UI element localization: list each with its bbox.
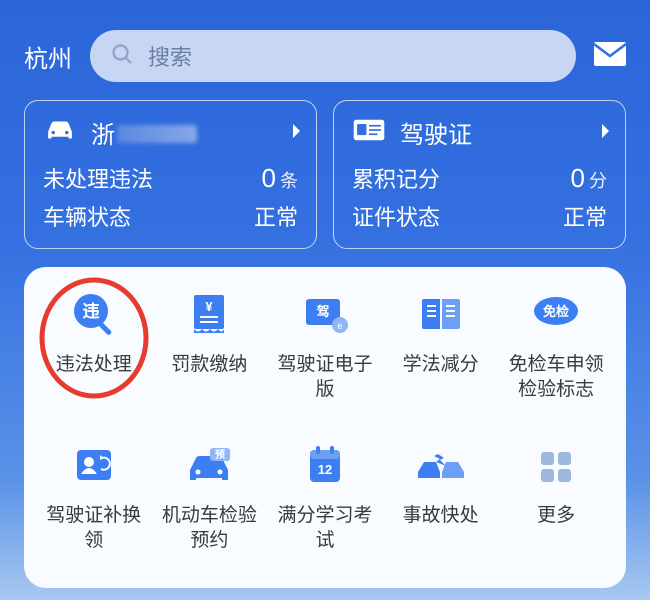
plate-number: 浙 (91, 115, 197, 150)
service-label: 更多 (537, 504, 575, 529)
vehicle-card[interactable]: 浙 未处理违法 0 条 车辆状态 正常 (24, 100, 317, 249)
service-exempt[interactable]: 免检 免检车申领检验标志 (498, 291, 614, 402)
service-elicense[interactable]: 驾e 驾驶证电子版 (267, 291, 383, 402)
service-inspect[interactable]: 预 机动车检验预约 (152, 442, 268, 553)
svg-text:e: e (337, 321, 342, 331)
service-renew[interactable]: 驾驶证补换领 (36, 442, 152, 553)
svg-text:驾: 驾 (316, 304, 329, 319)
vehicle-status-value: 正常 (254, 200, 298, 232)
car-icon (43, 117, 77, 148)
service-label: 违法处理 (56, 353, 132, 378)
svg-text:¥: ¥ (206, 299, 214, 314)
city-selector[interactable]: 杭州 (24, 39, 72, 74)
search-icon (110, 42, 134, 71)
mail-icon[interactable] (594, 41, 626, 72)
accident-icon (414, 442, 468, 488)
service-label: 免检车申领检验标志 (506, 353, 606, 402)
license-points-label: 累积记分 (352, 162, 440, 194)
chevron-right-icon (292, 123, 302, 144)
license-points-value: 0 (571, 163, 585, 194)
vehicle-violations-value: 0 (262, 163, 276, 194)
service-fine[interactable]: ¥ 罚款缴纳 (152, 291, 268, 402)
license-status-value: 正常 (563, 200, 607, 232)
vehicle-status-label: 车辆状态 (43, 200, 131, 232)
more-icon (529, 442, 583, 488)
id-card-icon (352, 117, 386, 148)
chevron-right-icon (601, 123, 611, 144)
vehicle-violations-unit: 条 (280, 167, 298, 193)
svg-text:违: 违 (82, 301, 99, 321)
service-label: 驾驶证补换领 (44, 504, 144, 553)
service-label: 机动车检验预约 (159, 504, 259, 553)
calendar-icon: 12 (298, 442, 352, 488)
svg-text:预: 预 (215, 449, 225, 461)
elicense-icon: 驾e (298, 291, 352, 337)
service-study[interactable]: 学法减分 (383, 291, 499, 402)
vehicle-violations-label: 未处理违法 (43, 162, 153, 194)
service-more[interactable]: 更多 (498, 442, 614, 553)
service-label: 事故快处 (403, 504, 479, 529)
inspect-icon: 预 (182, 442, 236, 488)
services-panel: 违 违法处理 ¥ 罚款缴纳 驾e 驾驶证电子版 学法减分 免检 (24, 267, 626, 588)
service-label: 驾驶证电子版 (275, 353, 375, 402)
book-icon (414, 291, 468, 337)
service-label: 罚款缴纳 (171, 353, 247, 378)
renew-icon (67, 442, 121, 488)
license-status-label: 证件状态 (352, 200, 440, 232)
service-accident[interactable]: 事故快处 (383, 442, 499, 553)
svg-text:12: 12 (318, 462, 332, 477)
license-points-unit: 分 (589, 167, 607, 193)
svg-text:免检: 免检 (543, 304, 569, 319)
fine-icon: ¥ (182, 291, 236, 337)
license-card[interactable]: 驾驶证 累积记分 0 分 证件状态 正常 (333, 100, 626, 249)
exempt-badge-icon: 免检 (529, 291, 583, 337)
search-input[interactable]: 搜索 (90, 30, 576, 82)
service-violation[interactable]: 违 违法处理 (36, 291, 152, 402)
search-placeholder: 搜索 (148, 40, 192, 72)
license-title: 驾驶证 (400, 115, 472, 150)
violation-icon: 违 (67, 291, 121, 337)
service-fullpoint[interactable]: 12 满分学习考试 (267, 442, 383, 553)
service-label: 学法减分 (403, 353, 479, 378)
service-label: 满分学习考试 (275, 504, 375, 553)
